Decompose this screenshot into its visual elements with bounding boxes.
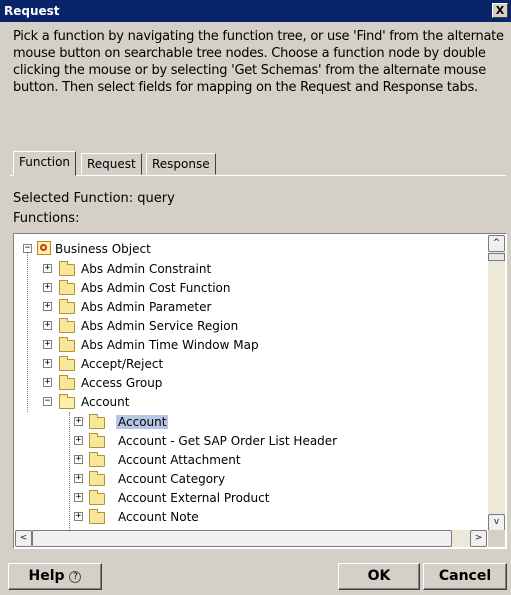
tree-item-label: Abs Admin Time Window Map [81, 338, 259, 352]
functions-label: Functions: [13, 211, 80, 226]
expand-icon[interactable]: + [43, 264, 52, 273]
collapse-icon[interactable]: − [23, 244, 32, 253]
tree-item-label: Account - Get SAP Order List Header [118, 434, 338, 448]
scroll-up-button[interactable]: ^ [488, 235, 505, 252]
expand-icon[interactable]: + [43, 378, 52, 387]
expand-icon[interactable]: + [74, 493, 83, 502]
folder-icon [89, 509, 105, 524]
tree-item-label: Account External Product [118, 491, 270, 505]
tree-item-label: Abs Admin Constraint [81, 262, 212, 276]
expand-icon[interactable]: + [74, 474, 83, 483]
expand-icon[interactable]: + [43, 340, 52, 349]
scroll-left-button[interactable]: < [15, 530, 32, 547]
folder-icon [59, 337, 75, 352]
tree-item-label: Account [81, 395, 130, 409]
folder-icon [59, 280, 75, 295]
tab-panel-border [10, 175, 506, 177]
tree-item-label: Abs Admin Parameter [81, 300, 212, 314]
scroll-right-button[interactable]: > [470, 530, 487, 547]
collapse-icon[interactable]: − [43, 397, 52, 406]
folder-icon [89, 452, 105, 467]
tree-guide-line [69, 412, 70, 531]
window-title: Request [4, 4, 60, 18]
tree-item-label: Abs Admin Service Region [81, 319, 239, 333]
tree-item-label-selected: Account [116, 415, 169, 429]
tree-item-label: Account Attachment [118, 453, 241, 467]
folder-icon [59, 375, 75, 390]
function-tree[interactable]: − Business Object + Abs Admin Constraint… [13, 233, 507, 549]
tree-item-label: Account Category [118, 472, 226, 486]
help-icon: ? [69, 571, 82, 583]
folder-icon [89, 414, 105, 429]
ok-button[interactable]: OK [338, 563, 420, 590]
help-button-label: Help [28, 568, 65, 584]
open-folder-icon [59, 394, 75, 409]
expand-icon[interactable]: + [74, 455, 83, 464]
tab-response[interactable]: Response [146, 153, 216, 175]
tab-function[interactable]: Function [13, 151, 77, 176]
folder-icon [59, 299, 75, 314]
request-dialog: Request X Pick a function by navigating … [0, 0, 511, 595]
expand-icon[interactable]: + [74, 417, 83, 426]
business-object-icon [37, 241, 51, 255]
expand-icon[interactable]: + [43, 321, 52, 330]
expand-icon[interactable]: + [74, 436, 83, 445]
horizontal-scrollbar[interactable]: < > [15, 530, 487, 547]
folder-icon [59, 356, 75, 371]
tab-request[interactable]: Request [81, 153, 142, 175]
folder-icon [59, 318, 75, 333]
tree-item-label: Abs Admin Cost Function [81, 281, 231, 295]
tree-item-label: Business Object [55, 242, 151, 256]
scroll-down-button[interactable]: v [488, 514, 505, 531]
horizontal-scroll-thumb[interactable] [32, 530, 452, 547]
expand-icon[interactable]: + [43, 302, 52, 311]
expand-icon[interactable]: + [43, 359, 52, 368]
expand-icon[interactable]: + [43, 283, 52, 292]
scroll-corner [488, 530, 505, 547]
folder-icon [89, 433, 105, 448]
title-bar: Request X [0, 0, 511, 22]
tree-guide-line [27, 252, 28, 412]
folder-icon [89, 471, 105, 486]
tree-item-label: Access Group [81, 376, 163, 390]
cancel-button[interactable]: Cancel [423, 563, 507, 590]
tree-viewport: − Business Object + Abs Admin Constraint… [15, 235, 487, 531]
expand-icon[interactable]: + [74, 512, 83, 521]
tree-item-label: Account Note [118, 510, 199, 524]
tree-item-label: Accept/Reject [81, 357, 164, 371]
folder-icon [59, 261, 75, 276]
close-button[interactable]: X [492, 3, 508, 18]
help-button[interactable]: Help ? [8, 563, 102, 590]
vertical-scroll-thumb[interactable] [488, 253, 505, 261]
selected-function-label: Selected Function: query [13, 191, 175, 206]
instructions-text: Pick a function by navigating the functi… [13, 29, 504, 95]
vertical-scrollbar[interactable]: ^ v [488, 235, 505, 531]
folder-icon [89, 490, 105, 505]
